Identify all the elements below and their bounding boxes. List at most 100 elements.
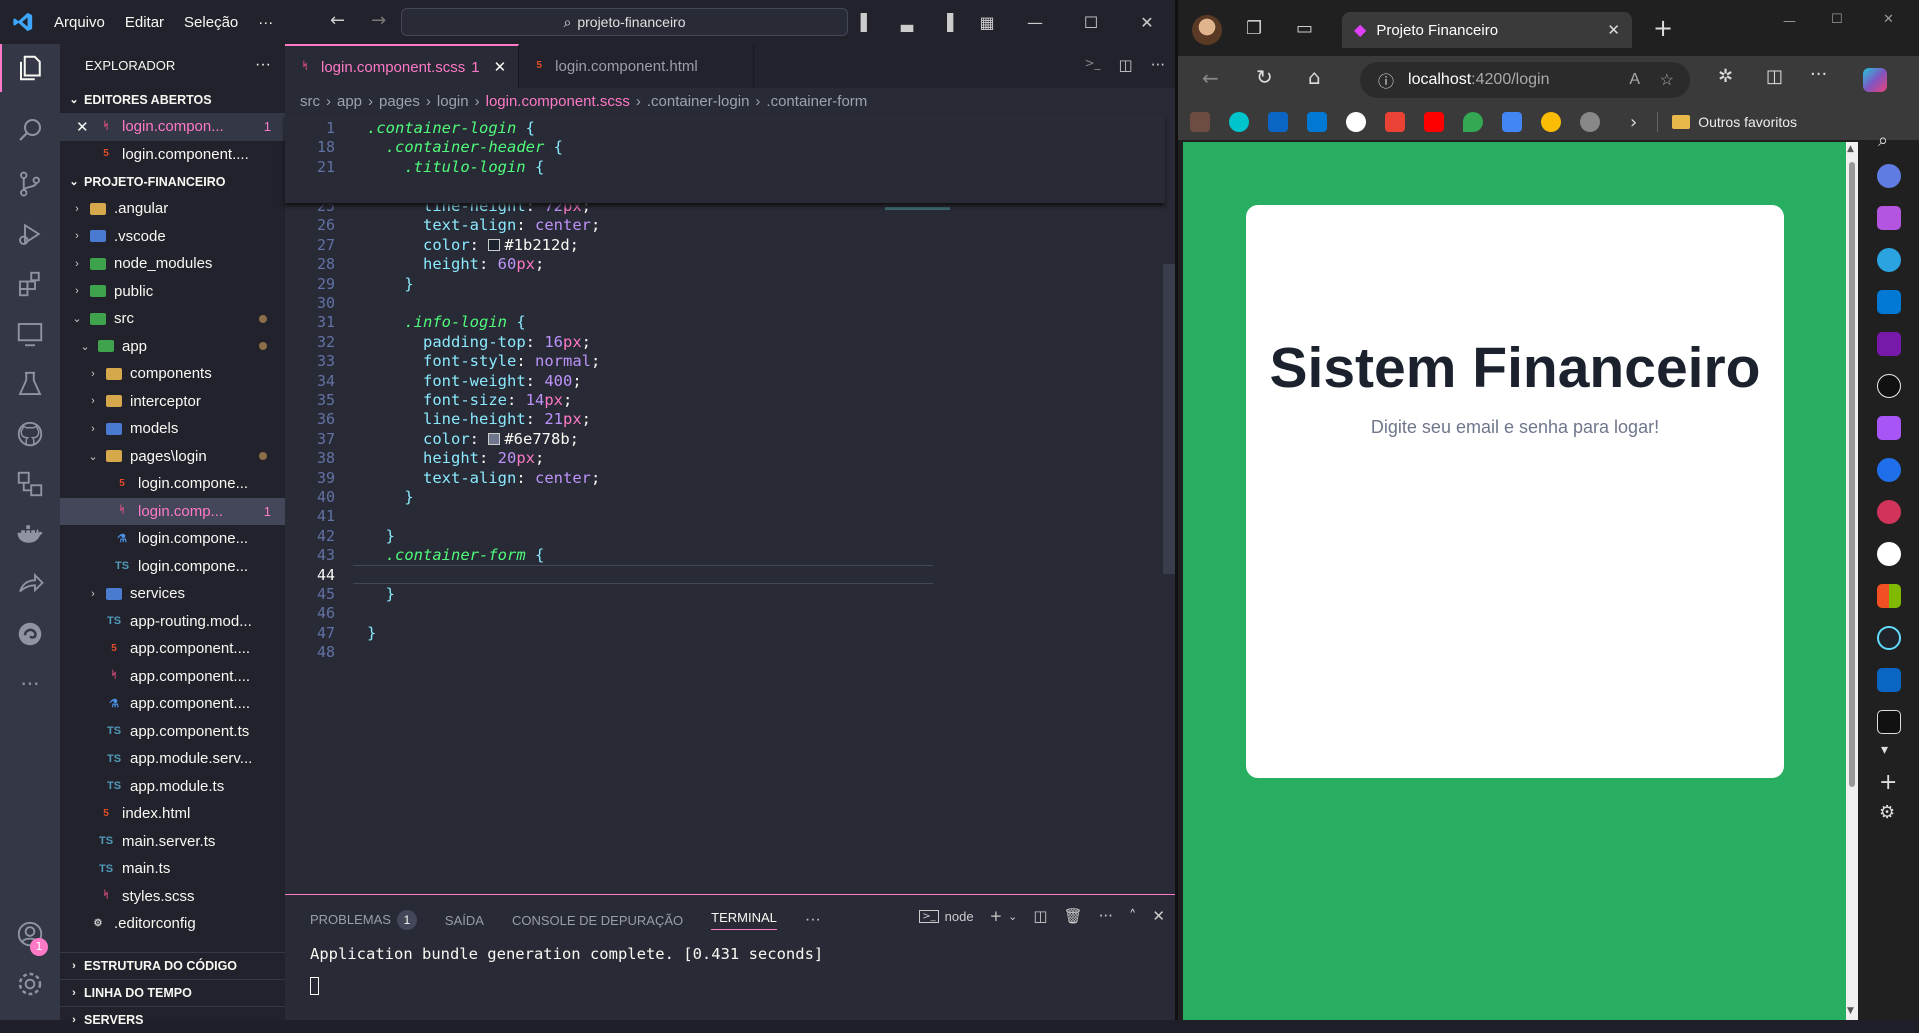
run-debug-icon[interactable] <box>0 210 60 258</box>
chevron-icon[interactable]: › <box>86 368 100 380</box>
sidebar-bing-icon[interactable] <box>1877 416 1901 440</box>
bookmark-chrome-icon[interactable] <box>1541 112 1561 132</box>
edge-devtools-icon[interactable] <box>0 610 60 658</box>
tree-folder[interactable]: › models <box>60 415 285 443</box>
tree-file[interactable]: app.component.... <box>60 635 285 663</box>
docker-icon[interactable] <box>0 510 60 558</box>
browser-close-icon[interactable]: ✕ <box>1883 12 1894 27</box>
other-favorites[interactable]: Outros favoritos <box>1698 114 1797 130</box>
sidebar-dots-icon[interactable] <box>1877 374 1901 398</box>
tree-file[interactable]: index.html <box>60 800 285 828</box>
chevron-icon[interactable]: › <box>70 230 84 242</box>
panel-actions-more-icon[interactable]: ··· <box>1099 907 1113 925</box>
new-terminal-icon[interactable]: + <box>990 907 1003 925</box>
tree-file[interactable]: ᛋ styles.scss <box>60 883 285 911</box>
read-aloud-icon[interactable]: A <box>1629 71 1640 89</box>
sidebar-react-icon[interactable] <box>1877 626 1901 650</box>
sidebar-designer-icon[interactable] <box>1877 206 1901 230</box>
editor-more-icon[interactable]: ··· <box>1151 56 1165 74</box>
maximize-panel-icon[interactable]: ˄ <box>1129 907 1137 925</box>
customize-layout-icon[interactable]: ▦ <box>967 13 1007 32</box>
scroll-up-icon[interactable]: ▲ <box>1847 144 1854 154</box>
explorer-more-icon[interactable]: ··· <box>255 56 271 74</box>
sidebar-copilot-icon[interactable] <box>1877 164 1901 188</box>
tree-folder[interactable]: › .angular <box>60 195 285 223</box>
url-field[interactable]: ⓘ localhost:4200/login A ☆ <box>1360 62 1690 98</box>
breadcrumb-item[interactable]: .container-form <box>766 93 867 110</box>
section-timeline[interactable]: › LINHA DO TEMPO <box>60 979 285 1006</box>
browser-menu-icon[interactable]: ··· <box>1810 64 1827 85</box>
testing-icon[interactable] <box>0 360 60 408</box>
section-open-editors[interactable]: ⌄ EDITORES ABERTOS <box>60 86 285 113</box>
browser-minimize-icon[interactable]: — <box>1783 14 1796 29</box>
tree-file[interactable]: TS login.compone... <box>60 553 285 581</box>
tree-folder[interactable]: › .vscode <box>60 223 285 251</box>
settings-gear-icon[interactable] <box>0 960 60 1008</box>
split-editor-icon[interactable]: ◫ <box>1119 56 1133 74</box>
extensions-icon[interactable] <box>0 260 60 308</box>
copilot-icon[interactable] <box>1863 68 1887 92</box>
chevron-icon[interactable]: ⌄ <box>86 450 100 463</box>
sidebar-app-icon[interactable] <box>1877 458 1901 482</box>
breadcrumb-item[interactable]: src <box>300 93 320 110</box>
trash-icon[interactable]: 🗑 <box>1064 907 1083 925</box>
site-info-icon[interactable]: ⓘ <box>1378 68 1394 92</box>
browser-tab-active[interactable]: ◆ Projeto Financeiro ✕ <box>1342 12 1632 48</box>
sidebar-outlook-icon[interactable] <box>1877 290 1901 314</box>
toggle-secondary-sidebar-icon[interactable]: ▐ <box>927 13 967 32</box>
accounts-icon[interactable]: 1 <box>0 910 60 958</box>
tree-folder[interactable]: › node_modules <box>60 250 285 278</box>
tree-file[interactable]: TS app.module.ts <box>60 773 285 801</box>
sidebar-add-icon[interactable]: + <box>1879 770 1897 795</box>
toggle-panel-icon[interactable]: ▃ <box>887 13 927 32</box>
scroll-down-icon[interactable]: ▼ <box>1847 1006 1854 1016</box>
tree-folder[interactable]: › services <box>60 580 285 608</box>
maximize-icon[interactable]: ☐ <box>1063 13 1119 32</box>
workspaces-icon[interactable]: ❐ <box>1246 18 1262 39</box>
open-editor-item[interactable]: login.component.... <box>60 141 285 169</box>
explorer-icon[interactable] <box>0 44 60 92</box>
chevron-icon[interactable]: › <box>70 285 84 297</box>
search-activity-icon[interactable] <box>0 106 60 154</box>
toggle-sidebar-icon[interactable]: ▌ <box>847 13 887 32</box>
sidebar-microsoft-icon[interactable] <box>1877 584 1901 608</box>
close-window-icon[interactable]: ✕ <box>1119 13 1175 32</box>
sidebar-search-icon[interactable]: ⌕ <box>1878 130 1888 151</box>
breadcrumb-item[interactable]: login <box>437 93 469 110</box>
bookmark-maps-icon[interactable] <box>1463 112 1483 132</box>
terminal-run-icon[interactable]: >_ <box>1084 56 1100 74</box>
page-scrollbar[interactable]: ▲ ▼ <box>1846 142 1858 1020</box>
sidebar-settings-icon[interactable]: ⚙ <box>1879 802 1895 823</box>
sidebar-telegram-icon[interactable] <box>1877 248 1901 272</box>
breadcrumb-item[interactable]: pages <box>379 93 420 110</box>
forward-arrow-icon[interactable]: → <box>371 10 386 31</box>
split-terminal-icon[interactable]: ◫ <box>1033 907 1047 925</box>
tree-file[interactable]: ᛋ login.comp... 1 <box>60 497 285 525</box>
browser-back-icon[interactable]: ← <box>1202 66 1219 90</box>
tree-file[interactable]: TS main.server.ts <box>60 828 285 856</box>
tab-saida[interactable]: SAÍDA <box>445 913 484 928</box>
chevron-icon[interactable]: › <box>86 588 100 600</box>
containers-icon[interactable] <box>0 460 60 508</box>
sidebar-linkedin-icon[interactable] <box>1877 668 1901 692</box>
tree-file[interactable]: TS app-routing.mod... <box>60 608 285 636</box>
panel-more-icon[interactable]: ··· <box>805 911 821 929</box>
bookmark-gmail-icon[interactable] <box>1385 112 1405 132</box>
section-project[interactable]: ⌄ PROJETO-FINANCEIRO <box>60 168 285 195</box>
tree-file[interactable]: ᛋ app.component.... <box>60 663 285 691</box>
chevron-icon[interactable]: › <box>86 423 100 435</box>
menu-selecao[interactable]: Seleção <box>174 14 248 31</box>
menu-more[interactable]: ··· <box>248 14 283 31</box>
tab-problemas[interactable]: PROBLEMAS 1 <box>310 910 417 930</box>
profile-avatar[interactable] <box>1192 15 1222 45</box>
tab-login-scss[interactable]: ᛋ login.component.scss 1 ✕ <box>285 44 520 88</box>
sidebar-red-app-icon[interactable] <box>1877 500 1901 524</box>
terminal-name[interactable]: node <box>945 909 974 924</box>
tree-file[interactable]: ⚗ app.component.... <box>60 690 285 718</box>
bookmark-linkedin-icon[interactable] <box>1268 112 1288 132</box>
close-icon[interactable]: ✕ <box>76 118 90 136</box>
section-outline[interactable]: › ESTRUTURA DO CÓDIGO <box>60 952 285 979</box>
chevron-icon[interactable]: ⌄ <box>70 312 84 325</box>
breadcrumb-item[interactable]: .container-login <box>647 93 750 110</box>
open-editor-item[interactable]: ✕ ᛋ login.compon... 1 <box>60 113 285 141</box>
